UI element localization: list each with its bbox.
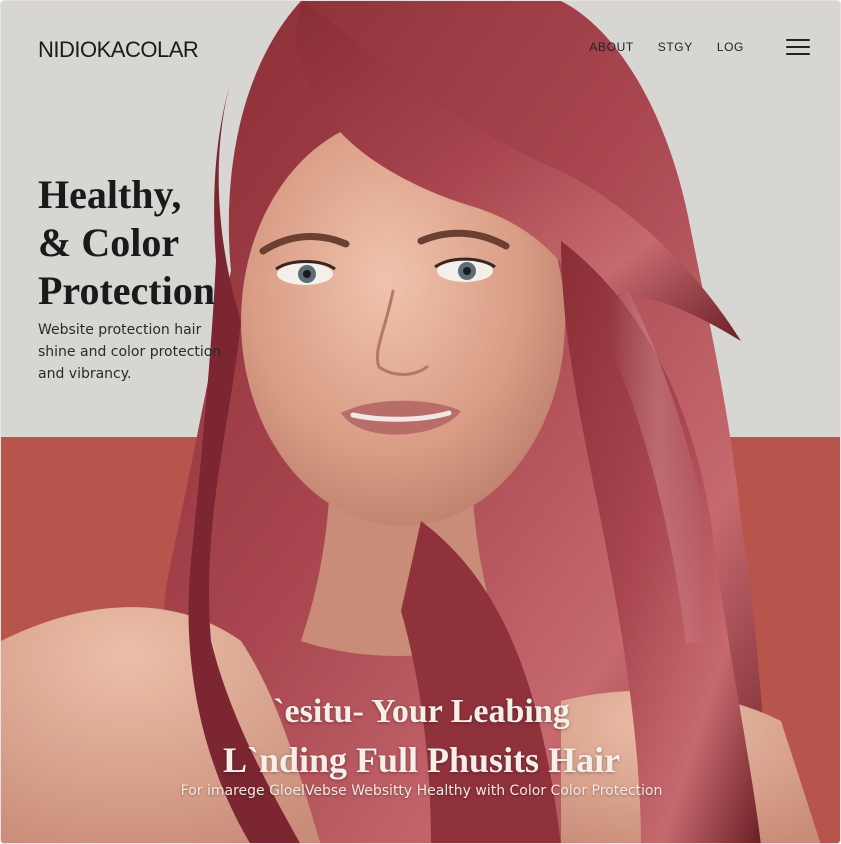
hero-headline: Healthy, & Color Protection xyxy=(38,171,248,315)
top-nav: ABOUT STGY LOG xyxy=(589,39,810,55)
menu-line xyxy=(786,39,810,41)
nav-about-link[interactable]: ABOUT xyxy=(589,40,633,54)
nav-log-link[interactable]: LOG xyxy=(717,40,744,54)
headline-line-3: Protection xyxy=(38,268,215,313)
headline-line-1: Healthy, xyxy=(38,172,182,217)
brand-logo[interactable]: NIDIOKACOLAR xyxy=(38,37,199,63)
hero-description: Website protection hair shine and color … xyxy=(38,322,222,382)
bottom-title-line-2: L`nding Full Phusits Hair xyxy=(222,740,621,780)
headline-line-2: & Color xyxy=(38,220,180,265)
bottom-title-line-1: `esitu- Your Leabing xyxy=(273,693,570,730)
bottom-subtitle: For imarege GloelVebse Websitty Healthy … xyxy=(180,783,663,799)
menu-line xyxy=(786,53,810,55)
menu-icon[interactable] xyxy=(786,39,810,55)
landing-page: NIDIOKACOLAR ABOUT STGY LOG Healthy, & C… xyxy=(0,0,841,844)
menu-line xyxy=(786,46,810,48)
nav-stgy-link[interactable]: STGY xyxy=(658,40,693,54)
